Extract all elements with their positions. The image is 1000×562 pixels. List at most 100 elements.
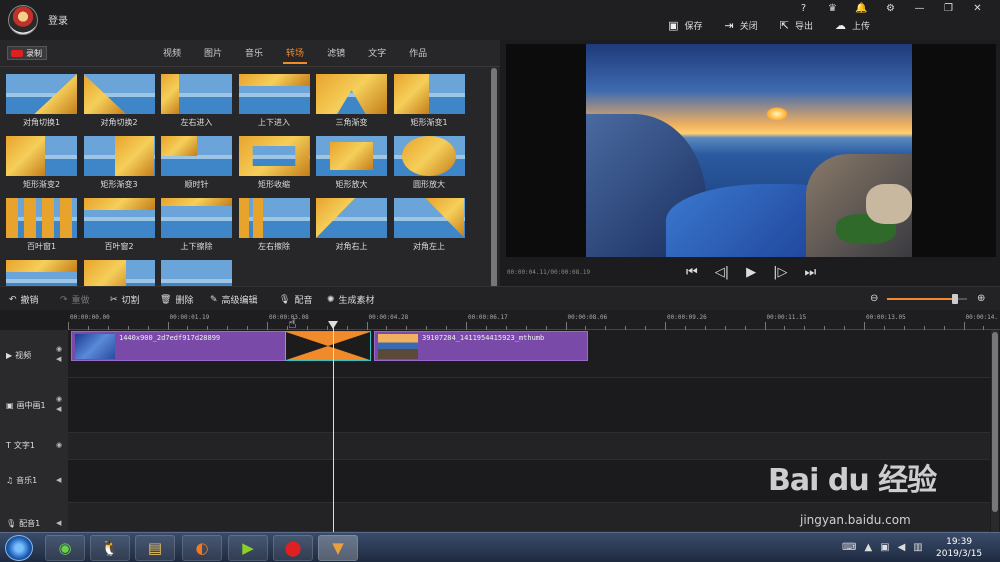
bell-icon[interactable]: 🔔 [847,2,876,16]
video-clip[interactable]: 1440x900_2d7edf917d28899 [71,331,290,361]
arrow-up-icon[interactable]: ▲ [864,542,872,553]
transition-tile[interactable]: 对角左上 [393,198,465,252]
transition-tile[interactable]: 上下进入 [238,74,310,128]
transition-thumbnail [316,74,387,114]
transition-label: 百叶窗2 [104,242,134,251]
eye-icon[interactable]: ◉ [56,440,62,450]
volume-icon[interactable]: ◀ [898,542,906,553]
transition-tile[interactable]: 矩形渐变1 [393,74,465,128]
transition-tile[interactable]: 上下擦除 [161,198,232,252]
speaker-icon[interactable]: ◀ [56,475,61,485]
start-button[interactable] [5,535,33,561]
speaker-icon[interactable]: ◀ [56,354,62,364]
timeline-tracks[interactable]: 1440x900_2d7edf917d28899 39107284_141195… [68,330,990,532]
taskbar-app-editor[interactable]: ▼ [318,535,358,561]
timeline-ruler[interactable]: 00:00:00.00 00:00:01.19 00:00:03.08 00:00:0… [68,310,1000,330]
skip-start-icon[interactable]: ⏮ [686,265,698,280]
transition-tile[interactable] [161,260,232,286]
close-project-button[interactable]: ⇥ 关闭 [725,18,758,32]
login-link[interactable]: 登录 [48,12,68,27]
transition-tile[interactable]: 矩形收缩 [238,136,310,190]
save-button[interactable]: ▣ 保存 [668,18,702,32]
zoom-slider-handle[interactable] [952,294,958,304]
taskbar-app-explorer[interactable]: ▤ [135,535,175,561]
step-back-icon[interactable]: ◁| [715,265,729,280]
record-icon [11,49,23,57]
playhead-handle[interactable] [328,321,338,329]
transition-tile[interactable]: 左右擦除 [238,198,310,252]
play-icon[interactable]: ▶ [746,265,756,280]
export-button[interactable]: ⇱ 导出 [780,18,813,32]
tab-text[interactable]: 文字 [365,44,389,64]
transition-tile[interactable]: 对角右上 [316,198,387,252]
ruler-tick [864,322,865,330]
tab-filter[interactable]: 滤镜 [324,44,348,64]
skip-end-icon[interactable]: ⏭ [804,265,816,280]
vip-icon[interactable]: ♛ [818,2,847,16]
transition-tile[interactable]: 对角切换2 [83,74,155,128]
transition-tile[interactable]: 百叶窗1 [6,198,77,252]
tab-video[interactable]: 视频 [160,44,184,64]
cut-button[interactable]: ✂ 切割 [110,293,140,307]
taskbar-clock[interactable]: 19:39 2019/3/15 [936,536,982,560]
speaker-icon[interactable]: ◀ [56,518,61,528]
taskbar-app-recorder[interactable]: ⬤ [273,535,313,561]
upload-button[interactable]: ☁ 上传 [835,18,870,32]
playhead-line[interactable] [333,321,334,532]
track-label: 文字1 [13,441,35,450]
timeline-scrollbar[interactable] [991,330,999,532]
advanced-edit-button[interactable]: ✎ 高级编辑 [210,293,258,307]
keyboard-icon[interactable]: ⌨ [842,542,856,553]
delete-button[interactable]: 🗑 删除 [160,293,193,307]
track-row-video[interactable]: 1440x900_2d7edf917d28899 39107284_141195… [68,330,990,378]
transition-tile[interactable]: 矩形放大 [316,136,387,190]
taskbar-app-player[interactable]: ▶ [228,535,268,561]
track-music-toggles: ◀ [56,475,61,485]
network-icon[interactable]: ▣ [880,542,889,553]
gear-icon[interactable]: ⚙ [876,2,905,16]
maximize-icon[interactable]: ❐ [934,2,963,16]
signal-icon[interactable]: ▥ [913,542,922,553]
zoom-in-icon[interactable]: ⊕ [977,293,985,304]
track-row-pip[interactable] [68,378,990,433]
taskbar-app-qq[interactable]: 🐧 [90,535,130,561]
transition-tile[interactable]: 百叶窗2 [83,198,155,252]
avatar[interactable] [8,5,38,35]
transition-tile[interactable]: 对角切换1 [6,74,77,128]
timeline-scroll-thumb[interactable] [992,332,998,512]
tab-image[interactable]: 图片 [201,44,225,64]
dub-button[interactable]: 🎙 配音 [279,293,312,307]
close-icon[interactable]: ✕ [963,2,992,16]
eye-icon[interactable]: ◉ [56,344,62,354]
tab-works[interactable]: 作品 [406,44,430,64]
taskbar-app-360[interactable]: ◉ [45,535,85,561]
minimize-icon[interactable]: — [905,2,934,16]
video-clip[interactable]: 39107284_1411954415923_mthumb [374,331,588,361]
transition-tile[interactable] [6,260,77,286]
zoom-out-icon[interactable]: ⊖ [870,293,878,304]
record-button[interactable]: 录制 [7,46,47,60]
undo-button[interactable]: ↶ 撤销 [9,293,39,307]
library-scrollbar[interactable] [491,68,497,296]
tab-music[interactable]: 音乐 [242,44,266,64]
transition-tile[interactable]: 圆形放大 [393,136,465,190]
transition-tile[interactable]: 顺时针 [161,136,232,190]
library-scroll-thumb[interactable] [491,68,497,296]
transition-tile[interactable]: 矩形渐变2 [6,136,77,190]
exit-icon: ⇥ [724,18,734,32]
generate-material-button[interactable]: ✺ 生成素材 [327,293,375,307]
transition-tile[interactable]: 三角渐变 [316,74,387,128]
eye-icon[interactable]: ◉ [56,394,62,404]
taskbar-app-firefox[interactable]: ◐ [182,535,222,561]
help-icon[interactable]: ? [789,2,818,16]
step-forward-icon[interactable]: |▷ [773,265,787,280]
speaker-icon[interactable]: ◀ [56,404,62,414]
transition-tile[interactable] [83,260,155,286]
tab-transition[interactable]: 转场 [283,44,308,64]
transition-tile[interactable]: 矩形渐变3 [83,136,155,190]
transition-thumbnail [83,260,155,286]
transition-tile[interactable]: 左右进入 [161,74,232,128]
redo-button[interactable]: ↷ 重做 [60,293,90,307]
transition-clip[interactable] [285,331,371,361]
ruler-tick-label: 00:00:11.15 [766,314,807,321]
